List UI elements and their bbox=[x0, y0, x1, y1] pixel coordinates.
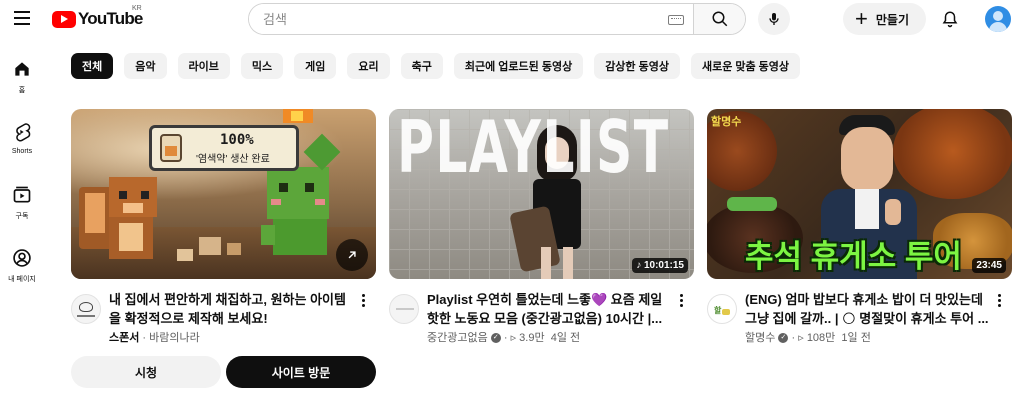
microphone-icon bbox=[769, 13, 779, 25]
arrow-up-right-icon bbox=[348, 251, 356, 259]
ad-badge-count: 100% bbox=[220, 132, 254, 148]
video-title-line: 핫한 노동요 모음 (중간광고없음) 10시간 |... bbox=[427, 311, 663, 326]
sidebar-item-you[interactable]: 내 페이지 bbox=[0, 235, 44, 291]
account-icon bbox=[13, 249, 31, 267]
more-actions-icon[interactable] bbox=[998, 294, 1002, 309]
chip-soccer[interactable]: 축구 bbox=[400, 53, 443, 79]
bell-icon bbox=[942, 11, 958, 28]
create-label: 만들기 bbox=[875, 12, 909, 27]
video-card: PLAYLIST ♪ 10:01:15 Playlist 우연히 틀었는데 느좋… bbox=[389, 109, 694, 344]
visit-site-button[interactable]: 사이트 방문 bbox=[226, 356, 376, 388]
video-title-line: (ENG) 엄마 밥보다 휴게소 밥이 더 맛있는데 bbox=[745, 292, 983, 307]
chip-mix[interactable]: 믹스 bbox=[240, 53, 284, 79]
channel-name[interactable]: 할명수 bbox=[745, 332, 775, 344]
ad-title-line: 내 집에서 편안하게 채집하고, 원하는 아이템 bbox=[109, 292, 346, 307]
youtube-play-icon bbox=[52, 10, 76, 28]
youtube-logo[interactable]: YouTube bbox=[52, 9, 143, 29]
menu-icon[interactable] bbox=[10, 7, 34, 31]
more-actions-icon[interactable] bbox=[362, 294, 366, 309]
upload-age: 1일 전 bbox=[841, 332, 871, 344]
ad-card: 100% '염색약' 생산 완료 내 집에서 편안하게 채집하고, 원하는 아이… bbox=[71, 109, 376, 388]
view-count: 3.9만 bbox=[519, 332, 545, 344]
video-title-line: 그냥 집에 갈까.. | 🌕 명절맞이 휴게소 투어 ... bbox=[745, 311, 989, 326]
shorts-icon bbox=[16, 123, 31, 142]
thumb-title-overlay: 추석 휴게소 투어 bbox=[745, 239, 962, 274]
sidebar-item-subscriptions[interactable]: 구독 bbox=[0, 172, 44, 228]
filter-chips: 전체 음악 라이브 믹스 게임 요리 축구 최근에 업로드된 동영상 감상한 동… bbox=[71, 53, 811, 79]
video-meta: 할명수 ✓ · ▹ 108만 1일 전 bbox=[745, 332, 871, 344]
upload-age: 4일 전 bbox=[550, 332, 581, 344]
ad-achievement-badge: 100% '염색약' 생산 완료 bbox=[149, 125, 299, 171]
account-avatar[interactable] bbox=[985, 6, 1011, 32]
region-code: KR bbox=[132, 5, 142, 12]
chip-music[interactable]: 음악 bbox=[124, 53, 167, 79]
video-title[interactable]: (ENG) 엄마 밥보다 휴게소 밥이 더 맛있는데 그냥 집에 갈까.. | … bbox=[745, 290, 995, 328]
video-meta: 중간광고없음 ✓ · ▹ 3.9만 4일 전 bbox=[427, 332, 581, 344]
sidebar-item-label: 구독 bbox=[15, 213, 29, 220]
channel-avatar[interactable]: 할 bbox=[707, 294, 737, 324]
sidebar-item-shorts[interactable]: Shorts bbox=[0, 109, 44, 165]
duration-text: 10:01:15 bbox=[643, 260, 684, 271]
create-button[interactable]: + 만들기 bbox=[843, 3, 926, 35]
advertiser-avatar[interactable] bbox=[71, 294, 101, 324]
channel-name[interactable]: 중간광고없음 bbox=[427, 332, 488, 344]
chip-all[interactable]: 전체 bbox=[71, 53, 114, 79]
video-thumbnail[interactable]: PLAYLIST ♪ 10:01:15 bbox=[389, 109, 694, 279]
thumb-title-overlay: PLAYLIST bbox=[397, 109, 670, 189]
ad-thumbnail[interactable]: 100% '염색약' 생산 완료 bbox=[71, 109, 376, 279]
open-external-button[interactable] bbox=[336, 239, 368, 271]
ad-badge-text: '염색약' 생산 완료 bbox=[196, 154, 270, 165]
view-count: 108만 bbox=[806, 332, 836, 344]
jar-icon bbox=[160, 134, 182, 162]
search-input[interactable] bbox=[249, 4, 693, 34]
search-bar bbox=[248, 3, 746, 35]
chip-recently-uploaded[interactable]: 최근에 업로드된 동영상 bbox=[453, 53, 584, 79]
video-thumbnail[interactable]: 할명수 추석 휴게소 투어 23:45 bbox=[707, 109, 1012, 279]
video-title[interactable]: Playlist 우연히 틀었는데 느좋💜 요즘 제일 핫한 노동요 모음 (중… bbox=[427, 290, 677, 328]
search-button[interactable] bbox=[693, 4, 745, 34]
channel-avatar[interactable] bbox=[389, 294, 419, 324]
green-creature-illustration bbox=[259, 167, 339, 257]
logo-text: YouTube bbox=[78, 9, 143, 28]
verified-icon: ✓ bbox=[778, 333, 789, 344]
subscriptions-icon bbox=[13, 186, 31, 203]
video-card: 할명수 추석 휴게소 투어 23:45 할 (ENG) 엄마 밥보다 휴게소 밥… bbox=[707, 109, 1012, 344]
sidebar-item-label: Shorts bbox=[11, 148, 33, 155]
advertiser-name[interactable]: 바람의나라 bbox=[149, 332, 200, 344]
home-icon bbox=[15, 62, 29, 76]
ad-meta: 스폰서 · 바람의나라 bbox=[109, 332, 200, 344]
squirrel-illustration bbox=[79, 177, 171, 269]
sidebar-item-home[interactable]: 홈 bbox=[0, 46, 44, 102]
ad-title-line: 을 확정적으로 제작해 보세요! bbox=[109, 311, 268, 326]
search-icon bbox=[712, 11, 727, 27]
chip-new-to-you[interactable]: 새로운 맞춤 동영상 bbox=[690, 53, 801, 79]
sidebar-item-label: 내 페이지 bbox=[8, 276, 36, 283]
more-actions-icon[interactable] bbox=[680, 294, 684, 309]
notifications-button[interactable] bbox=[936, 5, 964, 33]
plus-icon: + bbox=[855, 6, 868, 31]
chip-live[interactable]: 라이브 bbox=[177, 53, 230, 79]
channel-logo-overlay: 할명수 bbox=[711, 116, 742, 128]
verified-icon: ✓ bbox=[490, 333, 501, 344]
video-duration: 23:45 bbox=[972, 258, 1006, 273]
chip-watched[interactable]: 감상한 동영상 bbox=[594, 53, 680, 79]
sidebar-item-label: 홈 bbox=[18, 87, 26, 94]
voice-search-button[interactable] bbox=[758, 3, 790, 35]
chip-gaming[interactable]: 게임 bbox=[294, 53, 337, 79]
top-bar: YouTube KR + 만들기 bbox=[0, 0, 1024, 38]
keyboard-icon[interactable] bbox=[668, 15, 684, 25]
ad-title[interactable]: 내 집에서 편안하게 채집하고, 원하는 아이템 을 확정적으로 제작해 보세요… bbox=[109, 290, 359, 328]
video-title-line: Playlist 우연히 틀었는데 느좋💜 요즘 제일 bbox=[427, 292, 663, 307]
watch-button[interactable]: 시청 bbox=[71, 356, 221, 388]
views-icon: ▹ bbox=[510, 332, 517, 344]
views-icon: ▹ bbox=[798, 332, 804, 344]
chip-cooking[interactable]: 요리 bbox=[347, 53, 390, 79]
music-note-icon: ♪ bbox=[636, 260, 644, 271]
video-duration: ♪ 10:01:15 bbox=[632, 258, 688, 273]
sponsored-label: 스폰서 bbox=[109, 332, 140, 344]
